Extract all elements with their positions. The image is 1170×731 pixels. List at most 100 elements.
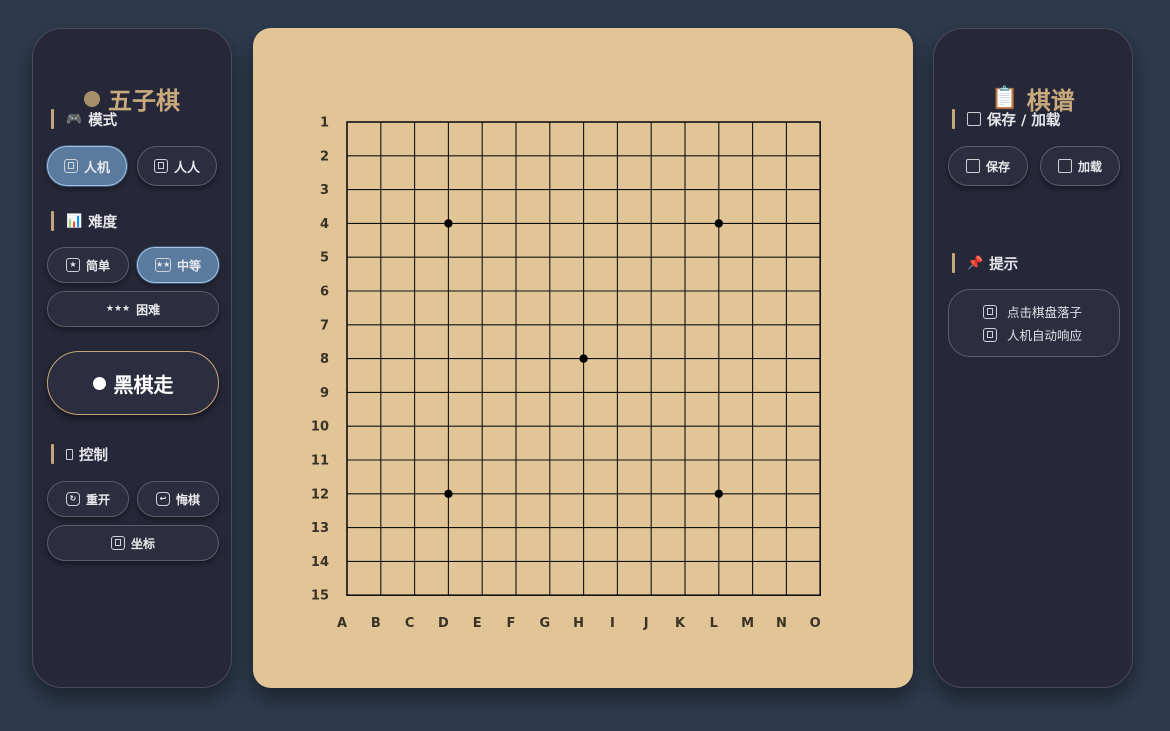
row-coordinate-label: 8 xyxy=(320,352,329,367)
mode-pvp-label: 人人 xyxy=(173,160,200,176)
row-coordinate-label: 5 xyxy=(320,251,329,266)
undo-label: 悔棋 xyxy=(175,492,200,507)
save-button[interactable]: 保存 xyxy=(948,146,1028,186)
floppy-icon xyxy=(965,159,980,173)
star-point xyxy=(444,219,453,228)
column-coordinate-label: H xyxy=(573,616,584,631)
column-coordinate-label: I xyxy=(610,616,615,631)
column-coordinate-label: C xyxy=(405,616,415,631)
column-coordinate-label: K xyxy=(675,616,686,631)
load-label: 加载 xyxy=(1077,159,1102,174)
column-coordinate-label: N xyxy=(776,616,787,631)
save-label: 保存 xyxy=(985,159,1010,174)
row-coordinate-label: 15 xyxy=(311,589,329,604)
section-bar xyxy=(51,211,54,231)
tip-line: 人机自动响应 xyxy=(983,325,1119,344)
column-coordinate-label: B xyxy=(371,616,381,631)
row-coordinate-label: 13 xyxy=(311,521,329,536)
turn-indicator: 黑棋走 xyxy=(47,351,219,415)
tip-text: 人机自动响应 xyxy=(1007,328,1083,343)
mode-pvc-button[interactable]: 人机 xyxy=(47,146,127,186)
tip-text: 点击棋盘落子 xyxy=(1007,305,1083,320)
column-coordinate-label: L xyxy=(710,616,718,631)
pushpin-icon: 📌 xyxy=(967,255,984,271)
game-title-text: 五子棋 xyxy=(108,87,180,115)
difficulty-label: 难度 xyxy=(88,214,118,231)
load-button[interactable]: 加载 xyxy=(1040,146,1120,186)
gamepad-icon: 🎮 xyxy=(66,111,83,127)
star-point xyxy=(579,354,588,363)
mode-label: 模式 xyxy=(88,112,118,129)
refresh-icon: ↻ xyxy=(65,492,80,506)
row-coordinate-label: 9 xyxy=(320,386,329,401)
coords-label: 坐标 xyxy=(130,536,155,551)
column-coordinate-label: G xyxy=(539,616,550,631)
people-icon xyxy=(153,159,168,173)
row-coordinate-label: 1 xyxy=(320,116,329,131)
right-panel: 📋 棋谱 保存 / 加载 保存 加载 📌 提示 点击棋盘落子 人机自动响应 xyxy=(933,28,1133,688)
mode-section-label: 🎮 模式 xyxy=(51,109,117,129)
row-coordinate-label: 10 xyxy=(311,420,329,435)
robot-icon xyxy=(63,159,78,173)
row-coordinate-label: 6 xyxy=(320,285,329,300)
triple-star-icon: ★★★ xyxy=(105,304,131,314)
undo-icon: ↩ xyxy=(155,492,170,506)
section-bar xyxy=(51,444,54,464)
row-coordinate-label: 12 xyxy=(311,487,329,502)
restart-label: 重开 xyxy=(85,492,110,507)
section-bar xyxy=(952,253,955,273)
column-coordinate-label: O xyxy=(810,616,821,631)
floppy-icon xyxy=(967,112,981,126)
difficulty-easy-label: 简单 xyxy=(85,258,110,273)
turn-label: 黑棋走 xyxy=(113,372,174,397)
double-star-icon: ★★ xyxy=(154,258,171,272)
row-coordinate-label: 4 xyxy=(320,217,329,232)
difficulty-medium-button[interactable]: ★★ 中等 xyxy=(137,247,219,283)
clipboard-icon: 📋 xyxy=(991,86,1019,111)
save-load-section-label: 保存 / 加载 xyxy=(952,109,1060,129)
control-icon xyxy=(66,448,73,460)
bar-chart-icon: 📊 xyxy=(66,213,83,229)
restart-button[interactable]: ↻ 重开 xyxy=(47,481,129,517)
star-point xyxy=(714,489,723,498)
difficulty-hard-button[interactable]: ★★★ 困难 xyxy=(47,291,219,327)
difficulty-easy-button[interactable]: ★ 简单 xyxy=(47,247,129,283)
game-board-area: 1 2 3 4 5 6 7 8 9 10 11 12 13 14 15 A B C D E F G H I J K L M N O xyxy=(253,28,913,688)
white-stone-icon xyxy=(92,376,106,390)
column-coordinate-label: E xyxy=(473,616,482,631)
tap-icon xyxy=(983,304,997,319)
tip-line: 点击棋盘落子 xyxy=(983,302,1119,321)
column-coordinate-label: J xyxy=(643,616,649,631)
difficulty-hard-label: 困难 xyxy=(136,302,161,317)
control-label: 控制 xyxy=(79,447,108,464)
row-coordinate-label: 2 xyxy=(320,149,329,164)
section-bar xyxy=(51,109,54,129)
row-coordinate-label: 7 xyxy=(320,318,329,333)
coordinate-icon xyxy=(110,536,125,550)
section-bar xyxy=(952,109,955,129)
tips-label: 提示 xyxy=(989,256,1019,273)
robot-icon xyxy=(983,327,997,342)
save-load-label: 保存 / 加载 xyxy=(987,112,1061,129)
star-point xyxy=(714,219,723,228)
folder-icon xyxy=(1057,159,1072,173)
control-section-label: 控制 xyxy=(51,444,108,464)
tips-section-label: 📌 提示 xyxy=(952,253,1018,273)
difficulty-section-label: 📊 难度 xyxy=(51,211,117,231)
difficulty-medium-label: 中等 xyxy=(176,258,201,273)
tips-box: 点击棋盘落子 人机自动响应 xyxy=(948,289,1120,357)
mode-pvc-label: 人机 xyxy=(83,160,110,176)
undo-button[interactable]: ↩ 悔棋 xyxy=(137,481,219,517)
column-coordinate-label: D xyxy=(438,616,449,631)
column-coordinate-label: F xyxy=(507,616,516,631)
game-board[interactable]: 123456789101112131415A B C D E F G H I J K L M N O xyxy=(253,28,913,688)
column-coordinate-label: A xyxy=(337,616,347,631)
row-coordinate-label: 3 xyxy=(320,183,329,198)
row-coordinate-label: 11 xyxy=(311,454,329,469)
stone-icon xyxy=(84,90,100,107)
star-icon: ★ xyxy=(65,258,80,272)
mode-pvp-button[interactable]: 人人 xyxy=(137,146,217,186)
coords-toggle-button[interactable]: 坐标 xyxy=(47,525,219,561)
row-coordinate-label: 14 xyxy=(311,555,329,570)
left-panel: 五子棋 🎮 模式 人机 人人 📊 难度 ★ 简单 ★★ 中等 ★★★ 困难 黑棋… xyxy=(32,28,232,688)
